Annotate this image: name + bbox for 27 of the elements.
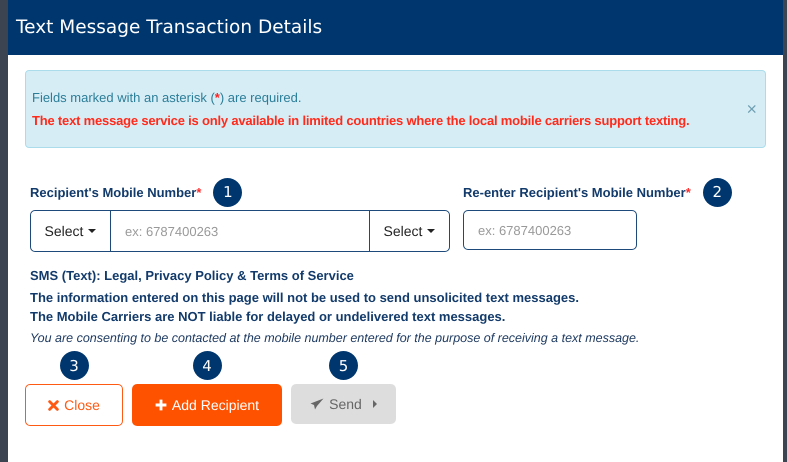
add-button[interactable]: Add Recipient (132, 384, 282, 426)
callout-badge: 2 (702, 178, 732, 206)
callout-badge: 3 (60, 351, 88, 380)
consent-text: You are consenting to be contacted at the mobile number entered for the purpose of receiving a text message. (30, 331, 640, 345)
plus-icon (154, 399, 167, 411)
select-dropdown[interactable]: Select (31, 211, 111, 251)
field-label: Recipient's Mobile Number* (30, 184, 202, 200)
legal-heading: SMS (Text): Legal, Privacy Policy & Terms of Service (30, 268, 355, 283)
close-button[interactable]: × (744, 98, 759, 120)
callout-badge: 1 (213, 178, 242, 206)
send-icon (310, 398, 324, 410)
select-dropdown[interactable]: Select (369, 211, 449, 251)
info-text: Fields marked with an asterisk (*) are required. (32, 90, 302, 105)
callout-badge: 5 (329, 351, 358, 380)
dialog-title: Text Message Transaction Details (16, 17, 322, 38)
warning-text: The text message service is only available in limited countries where the local mobile carriers support texting. (32, 113, 690, 128)
close-icon (48, 400, 60, 410)
close-button[interactable]: Close (25, 384, 123, 426)
legal-text: The information entered on this page will not be used to send unsolicited text messages. (30, 290, 580, 305)
caret-icon (372, 400, 377, 408)
phone-number-field[interactable]: Select ex: 6787400263 Select (30, 210, 450, 252)
phone-input-field[interactable]: ex: 6787400263 (463, 210, 637, 250)
callout-badge: 4 (192, 351, 222, 380)
caret-icon (88, 229, 96, 233)
legal-text: The Mobile Carriers are NOT liable for delayed or undelivered text messages. (30, 309, 506, 324)
field-label: Re-enter Recipient's Mobile Number* (463, 184, 691, 200)
caret-icon (427, 229, 436, 233)
